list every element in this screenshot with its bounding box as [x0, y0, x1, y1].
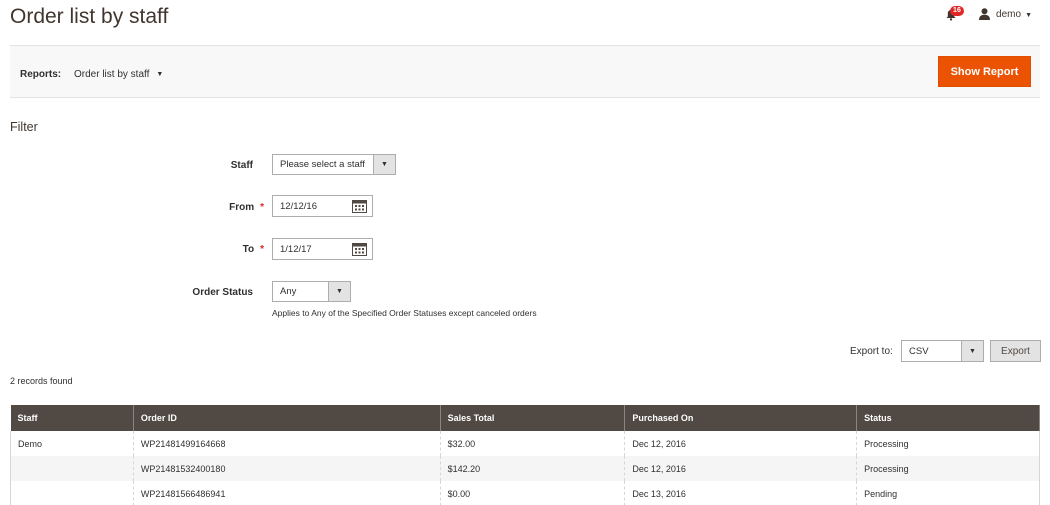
column-header-sales-total[interactable]: Sales Total [439, 405, 626, 431]
records-found: 2 records found [10, 376, 73, 386]
staff-select[interactable]: Please select a staff ▼ [272, 154, 396, 175]
required-mark: * [260, 202, 264, 213]
staff-label: Staff [190, 160, 253, 171]
cell-staff: Demo [10, 431, 134, 456]
chevron-down-icon: ▼ [328, 282, 350, 301]
selected-report: Order list by staff [74, 69, 150, 80]
cell-sales-total: $142.20 [439, 456, 626, 481]
column-header-purchased-on[interactable]: Purchased On [624, 405, 858, 431]
chevron-down-icon: ▼ [961, 341, 983, 361]
to-label: To * [190, 244, 264, 255]
to-date-input[interactable]: 1/12/17 [272, 238, 373, 260]
order-status-note: Applies to Any of the Specified Order St… [272, 308, 537, 318]
reports-bar: Reports: Order list by staff ▼ Show Repo… [10, 45, 1040, 98]
cell-status: Processing [856, 456, 1040, 481]
staff-select-value: Please select a staff [280, 159, 365, 170]
export-format-value: CSV [909, 345, 929, 357]
page-title: Order list by staff [10, 5, 169, 28]
cell-status: Pending [856, 481, 1040, 505]
table-row[interactable]: WP21481566486941 $0.00 Dec 13, 2016 Pend… [10, 481, 1040, 505]
admin-user-area: 16 demo ▼ [945, 6, 1032, 21]
order-status-select[interactable]: Any ▼ [272, 281, 351, 302]
column-header-staff[interactable]: Staff [10, 405, 134, 431]
cell-purchased-on: Dec 13, 2016 [624, 481, 858, 505]
cell-purchased-on: Dec 12, 2016 [624, 431, 858, 456]
cell-order-id: WP21481532400180 [132, 456, 441, 481]
report-switcher-dropdown[interactable]: Order list by staff ▼ [74, 69, 163, 80]
cell-status: Processing [856, 431, 1040, 456]
chevron-down-icon: ▼ [1025, 11, 1032, 19]
order-status-value: Any [280, 286, 297, 297]
from-date-value: 12/12/16 [280, 200, 317, 212]
notifications-button[interactable]: 16 [945, 6, 964, 21]
orders-table: Staff Order ID Sales Total Purchased On … [10, 405, 1040, 505]
user-icon [979, 8, 991, 20]
column-header-order-id[interactable]: Order ID [132, 405, 441, 431]
cell-order-id: WP21481566486941 [132, 481, 441, 505]
column-header-status[interactable]: Status [856, 405, 1040, 431]
staff-label-text: Staff [230, 160, 253, 171]
from-label-text: From [229, 202, 255, 213]
from-label: From * [190, 202, 264, 213]
chevron-down-icon: ▼ [373, 155, 395, 174]
cell-sales-total: $32.00 [439, 431, 626, 456]
show-report-button[interactable]: Show Report [938, 56, 1031, 87]
cell-purchased-on: Dec 12, 2016 [624, 456, 858, 481]
filter-title: Filter [10, 120, 38, 134]
export-label: Export to: [850, 346, 893, 357]
export-button[interactable]: Export [990, 340, 1041, 362]
cell-sales-total: $0.00 [439, 481, 626, 505]
order-status-label-text: Order Status [192, 287, 253, 298]
table-row[interactable]: Demo WP21481499164668 $32.00 Dec 12, 201… [10, 431, 1040, 456]
calendar-icon[interactable] [352, 199, 367, 216]
to-date-value: 1/12/17 [280, 243, 312, 255]
to-label-text: To [242, 244, 255, 255]
user-menu-button[interactable]: demo ▼ [996, 9, 1032, 20]
from-date-input[interactable]: 12/12/16 [272, 195, 373, 217]
calendar-icon[interactable] [352, 242, 367, 259]
user-name: demo [996, 8, 1022, 20]
cell-staff [10, 481, 134, 505]
reports-label: Reports: [20, 69, 62, 80]
table-row[interactable]: WP21481532400180 $142.20 Dec 12, 2016 Pr… [10, 456, 1040, 481]
cell-order-id: WP21481499164668 [132, 431, 441, 456]
notification-count-badge: 16 [950, 6, 964, 16]
export-format-select[interactable]: CSV ▼ [901, 340, 984, 362]
cell-staff [10, 456, 134, 481]
order-status-label: Order Status [150, 287, 253, 298]
chevron-down-icon: ▼ [156, 71, 164, 78]
table-header-row: Staff Order ID Sales Total Purchased On … [10, 405, 1040, 431]
required-mark: * [260, 244, 264, 255]
